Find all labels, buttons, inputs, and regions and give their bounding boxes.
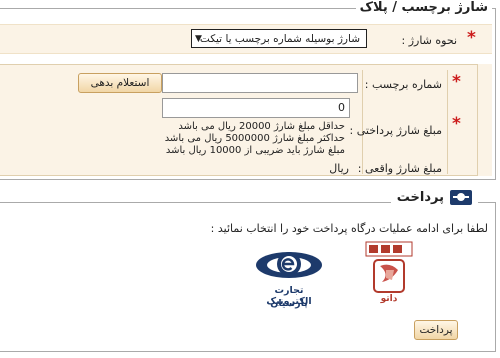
- required-star: *: [452, 72, 461, 92]
- currency-unit: ریال: [329, 162, 349, 175]
- charge-amount-input[interactable]: 0: [162, 98, 350, 118]
- required-star: *: [467, 28, 476, 48]
- min-amount-hint: حداقل مبلغ شارژ 20000 ریال می باشد: [178, 121, 345, 132]
- payment-section-title: پرداخت: [390, 190, 478, 205]
- payment-icon: [450, 190, 472, 205]
- charge-page: شارژ برچسب / پلاک * نحوه شارژ : شارژ بوس…: [0, 0, 500, 358]
- parsian-logo-icon: [256, 252, 322, 278]
- charge-method-label: نحوه شارژ :: [401, 34, 458, 47]
- pay-button[interactable]: پرداخت: [414, 320, 458, 340]
- gateway-caption: داتو: [380, 294, 398, 304]
- required-star: *: [452, 114, 461, 134]
- second-gateway-option[interactable]: داتو: [364, 240, 414, 310]
- tag-number-input[interactable]: [162, 73, 358, 93]
- actual-amount-label: مبلغ شارژ واقعی :: [357, 162, 442, 175]
- max-amount-hint: حداکثر مبلغ شارژ 5000000 ریال می باشد: [164, 133, 345, 144]
- charge-method-select[interactable]: شارژ بوسیله شماره برچسب یا تیکت ▼: [191, 29, 367, 48]
- chevron-down-icon: ▼: [195, 34, 202, 44]
- panel-side: [478, 64, 492, 176]
- gateway-instruction: لطفا برای ادامه عملیات درگاه پرداخت خود …: [210, 222, 488, 235]
- multiple-amount-hint: مبلغ شارژ باید ضریبی از 10000 ریال باشد: [165, 145, 345, 156]
- tag-number-label: شماره برچسب :: [364, 78, 442, 91]
- divider: [362, 70, 363, 174]
- divider: [447, 70, 448, 174]
- debt-inquiry-button[interactable]: استعلام بدهی: [78, 73, 162, 93]
- parsian-caption-line2: پارسیان: [270, 298, 308, 309]
- parsian-gateway-option[interactable]: تجارت الکترونیک پارسیان: [254, 243, 324, 313]
- charge-amount-label: مبلغ شارژ پرداختی :: [349, 124, 442, 137]
- charge-section-title: شارژ برچسب / پلاک: [355, 0, 492, 15]
